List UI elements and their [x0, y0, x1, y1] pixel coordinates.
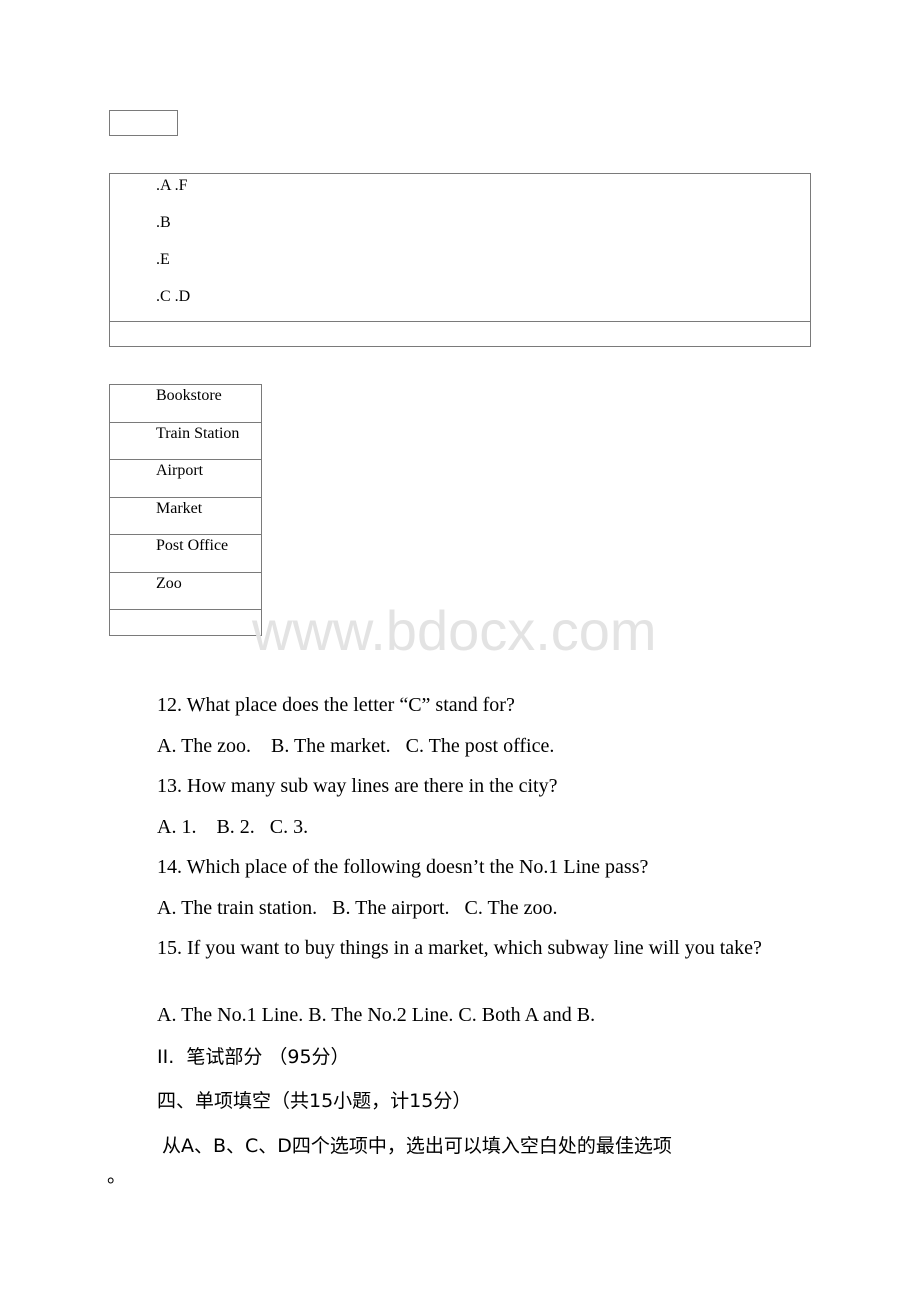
place-row: Zoo — [110, 573, 261, 610]
question-15: 15. If you want to buy things in a marke… — [157, 937, 762, 959]
place-row: Bookstore — [110, 385, 261, 423]
letters-table: .A .F .B .E .C .D — [109, 173, 811, 347]
place-row — [110, 610, 261, 635]
question-12: 12. What place does the letter “C” stand… — [157, 694, 515, 716]
letters-line: .C .D — [156, 288, 191, 305]
place-row: Post Office — [110, 535, 261, 573]
question-14: 14. Which place of the following doesn’t… — [157, 856, 649, 878]
watermark: www.bdocx.com — [252, 599, 657, 662]
letters-line: .E — [156, 251, 170, 268]
letters-line: .B — [156, 214, 171, 231]
part-heading: II. 笔试部分 （95分） — [157, 1046, 350, 1068]
instruction-text: 从A、B、C、D四个选项中，选出可以填入空白处的最佳选项 — [162, 1135, 672, 1157]
question-15-options: A. The No.1 Line. B. The No.2 Line. C. B… — [157, 1004, 596, 1026]
subsection-heading: 四、单项填空（共15小题，计15分） — [157, 1090, 472, 1112]
letters-cell: .A .F .B .E .C .D — [110, 174, 810, 322]
instruction-end: 。 — [107, 1165, 127, 1187]
blank-box — [109, 110, 178, 136]
places-table: Bookstore Train Station Airport Market P… — [109, 384, 262, 636]
letters-line: .A .F — [156, 177, 188, 194]
place-row: Airport — [110, 460, 261, 498]
question-13-options: A. 1. B. 2. C. 3. — [157, 816, 309, 838]
question-14-options: A. The train station. B. The airport. C.… — [157, 897, 558, 919]
place-row: Train Station — [110, 423, 261, 460]
question-12-options: A. The zoo. B. The market. C. The post o… — [157, 735, 555, 757]
question-13: 13. How many sub way lines are there in … — [157, 775, 558, 797]
place-row: Market — [110, 498, 261, 535]
